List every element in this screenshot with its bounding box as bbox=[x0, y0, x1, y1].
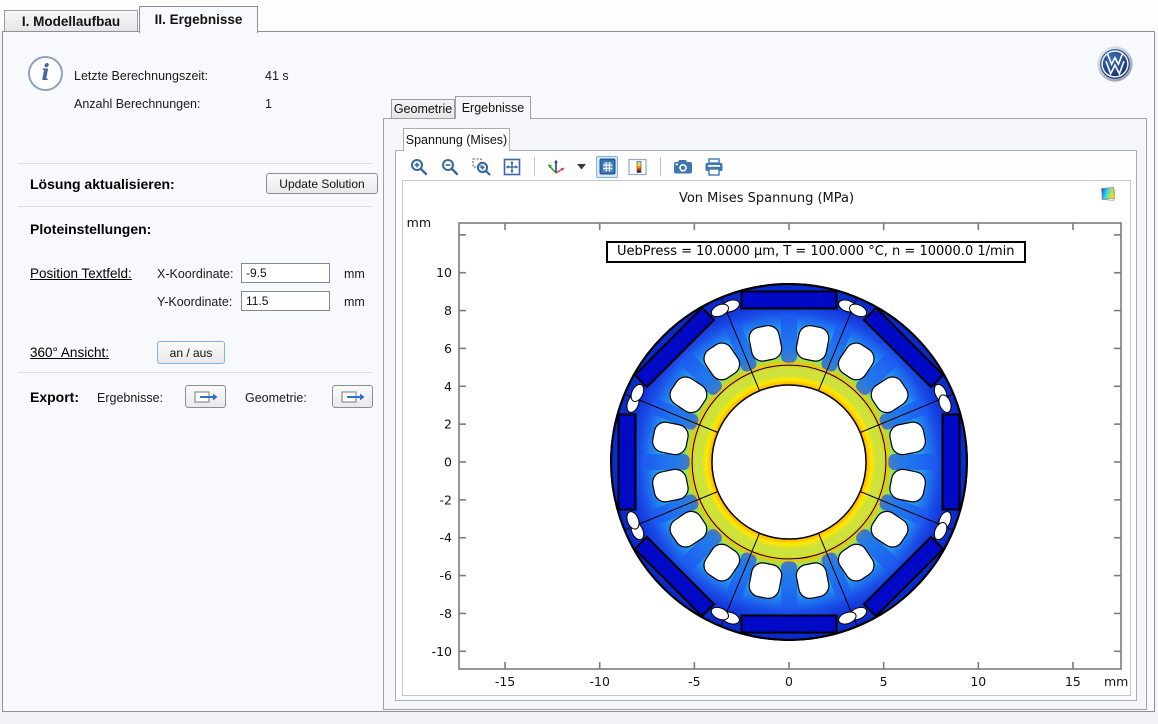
export-geometry-button[interactable] bbox=[332, 385, 373, 408]
plot-canvas[interactable]: Von Mises Spannung (MPa) UebPress = 10.0… bbox=[402, 180, 1131, 696]
snapshot-camera-icon[interactable] bbox=[672, 156, 694, 178]
export-results-label: Ergebnisse: bbox=[97, 391, 163, 405]
y-coordinate-input[interactable] bbox=[241, 291, 330, 311]
svg-text:-15: -15 bbox=[495, 674, 515, 689]
vw-logo-icon bbox=[1096, 45, 1134, 83]
svg-text:2: 2 bbox=[444, 417, 452, 432]
zoom-box-icon[interactable] bbox=[470, 156, 492, 178]
go-to-default-view-icon[interactable] bbox=[546, 156, 566, 178]
position-textfield-label: Position Textfeld: bbox=[30, 266, 132, 281]
update-solution-button[interactable]: Update Solution bbox=[266, 173, 378, 194]
tab-spannung-mises[interactable]: Spannung (Mises) bbox=[403, 128, 510, 151]
zoom-extents-icon[interactable] bbox=[501, 156, 523, 178]
last-computation-value: 41 s bbox=[265, 69, 289, 83]
svg-text:-6: -6 bbox=[440, 568, 453, 583]
graphics-tab-geometrie[interactable]: Geometrie bbox=[391, 99, 455, 119]
computation-count-value: 1 bbox=[265, 97, 272, 111]
toolbar-separator bbox=[534, 157, 535, 176]
y-coordinate-unit: mm bbox=[344, 295, 365, 309]
separator bbox=[18, 163, 372, 164]
info-icon: i bbox=[28, 56, 63, 91]
separator bbox=[18, 206, 372, 207]
svg-text:mm: mm bbox=[407, 215, 431, 230]
export-geometry-label: Geometrie: bbox=[245, 391, 307, 405]
app-window: I. Modellaufbau II. Ergebnisse i Letzte … bbox=[0, 0, 1158, 724]
zoom-out-icon[interactable] bbox=[439, 156, 461, 178]
svg-text:6: 6 bbox=[444, 341, 452, 356]
svg-text:-5: -5 bbox=[688, 674, 700, 689]
parameter-annotation-box: UebPress = 10.0000 µm, T = 100.000 °C, n… bbox=[606, 241, 1026, 263]
view-dropdown-caret-icon[interactable] bbox=[575, 156, 587, 178]
svg-text:15: 15 bbox=[1065, 674, 1081, 689]
x-coordinate-unit: mm bbox=[344, 267, 365, 281]
x-coordinate-input[interactable] bbox=[241, 263, 330, 283]
svg-text:10: 10 bbox=[436, 265, 452, 280]
svg-text:-10: -10 bbox=[432, 644, 452, 659]
graphics-toolbar bbox=[408, 154, 725, 179]
svg-text:-4: -4 bbox=[440, 530, 453, 545]
svg-text:4: 4 bbox=[444, 379, 452, 394]
update-solution-heading: Lösung aktualisieren: bbox=[30, 176, 175, 192]
tab-modellaufbau[interactable]: I. Modellaufbau bbox=[4, 10, 138, 32]
export-icon bbox=[193, 389, 219, 405]
tab-ergebnisse[interactable]: II. Ergebnisse bbox=[139, 6, 258, 33]
graphics-tab-ergebnisse[interactable]: Ergebnisse bbox=[455, 96, 531, 119]
y-coordinate-label: Y-Koordinate: bbox=[157, 295, 232, 309]
svg-text:mm: mm bbox=[1104, 674, 1128, 689]
last-computation-label: Letzte Berechnungszeit: bbox=[74, 69, 208, 83]
plot-settings-heading: Ploteinstellungen: bbox=[30, 221, 151, 237]
toolbar-separator bbox=[660, 157, 661, 176]
zoom-in-icon[interactable] bbox=[408, 156, 430, 178]
separator bbox=[18, 372, 372, 373]
svg-text:0: 0 bbox=[444, 455, 452, 470]
computation-count-label: Anzahl Berechnungen: bbox=[74, 97, 200, 111]
export-results-button[interactable] bbox=[185, 385, 226, 408]
view-360-label: 360° Ansicht: bbox=[30, 345, 109, 360]
export-icon bbox=[340, 389, 366, 405]
svg-text:0: 0 bbox=[785, 674, 793, 689]
x-coordinate-label: X-Koordinate: bbox=[157, 267, 233, 281]
export-heading: Export: bbox=[30, 389, 79, 405]
view-360-toggle-button[interactable]: an / aus bbox=[157, 341, 225, 364]
svg-text:-2: -2 bbox=[440, 492, 452, 507]
svg-text:10: 10 bbox=[970, 674, 986, 689]
svg-text:5: 5 bbox=[880, 674, 888, 689]
svg-text:-10: -10 bbox=[589, 674, 609, 689]
show-grid-icon[interactable] bbox=[596, 156, 618, 178]
print-icon[interactable] bbox=[703, 156, 725, 178]
show-color-legend-icon[interactable] bbox=[627, 156, 649, 178]
svg-text:8: 8 bbox=[444, 303, 452, 318]
svg-text:-8: -8 bbox=[440, 606, 453, 621]
